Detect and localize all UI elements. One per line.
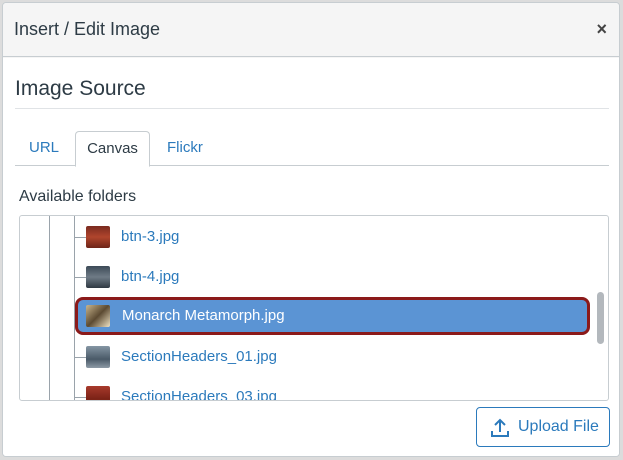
tree-branch [74, 237, 86, 238]
upload-icon [491, 418, 509, 437]
image-thumbnail [86, 226, 110, 248]
file-name[interactable]: btn-3.jpg [121, 228, 179, 245]
file-name[interactable]: SectionHeaders_03.jpg [121, 388, 277, 400]
dialog-title: Insert / Edit Image [14, 19, 161, 39]
tree-branch [74, 357, 86, 358]
file-item-btn-3[interactable]: btn-3.jpg [74, 219, 594, 255]
tree-branch [74, 277, 86, 278]
upload-file-label: Upload File [518, 418, 599, 435]
tab-canvas[interactable]: Canvas [75, 131, 150, 167]
dialog-body: Image Source URL Canvas Flickr Available… [3, 58, 619, 456]
image-thumbnail [86, 266, 110, 288]
tree-branch [74, 397, 86, 398]
image-thumbnail [86, 386, 110, 400]
source-tabs: URL Canvas Flickr [15, 131, 609, 167]
file-item-monarch-metamorph[interactable]: Monarch Metamorph.jpg [75, 297, 590, 335]
image-thumbnail [86, 305, 110, 327]
file-item-sectionheaders-01[interactable]: SectionHeaders_01.jpg [74, 339, 594, 375]
tree-connector [49, 216, 50, 400]
scrollbar-thumb[interactable] [597, 292, 604, 344]
section-divider [15, 108, 609, 109]
tab-flickr[interactable]: Flickr [153, 131, 217, 166]
image-source-heading: Image Source [15, 77, 146, 100]
file-name[interactable]: btn-4.jpg [121, 268, 179, 285]
image-thumbnail [86, 346, 110, 368]
folder-tree[interactable]: btn-3.jpg btn-4.jpg Monarch Metamorph.jp… [19, 215, 609, 401]
insert-edit-image-dialog: Insert / Edit Image × Image Source URL C… [2, 2, 620, 457]
file-name[interactable]: Monarch Metamorph.jpg [122, 307, 285, 324]
file-name[interactable]: SectionHeaders_01.jpg [121, 348, 277, 365]
file-item-sectionheaders-03[interactable]: SectionHeaders_03.jpg [74, 379, 594, 400]
file-item-btn-4[interactable]: btn-4.jpg [74, 259, 594, 295]
close-icon[interactable]: × [596, 19, 607, 40]
upload-file-button[interactable]: Upload File [476, 407, 610, 447]
dialog-titlebar: Insert / Edit Image × [3, 3, 619, 57]
available-folders-label: Available folders [19, 188, 137, 205]
tab-url[interactable]: URL [15, 131, 73, 166]
tree-scrollbar[interactable] [596, 220, 606, 398]
